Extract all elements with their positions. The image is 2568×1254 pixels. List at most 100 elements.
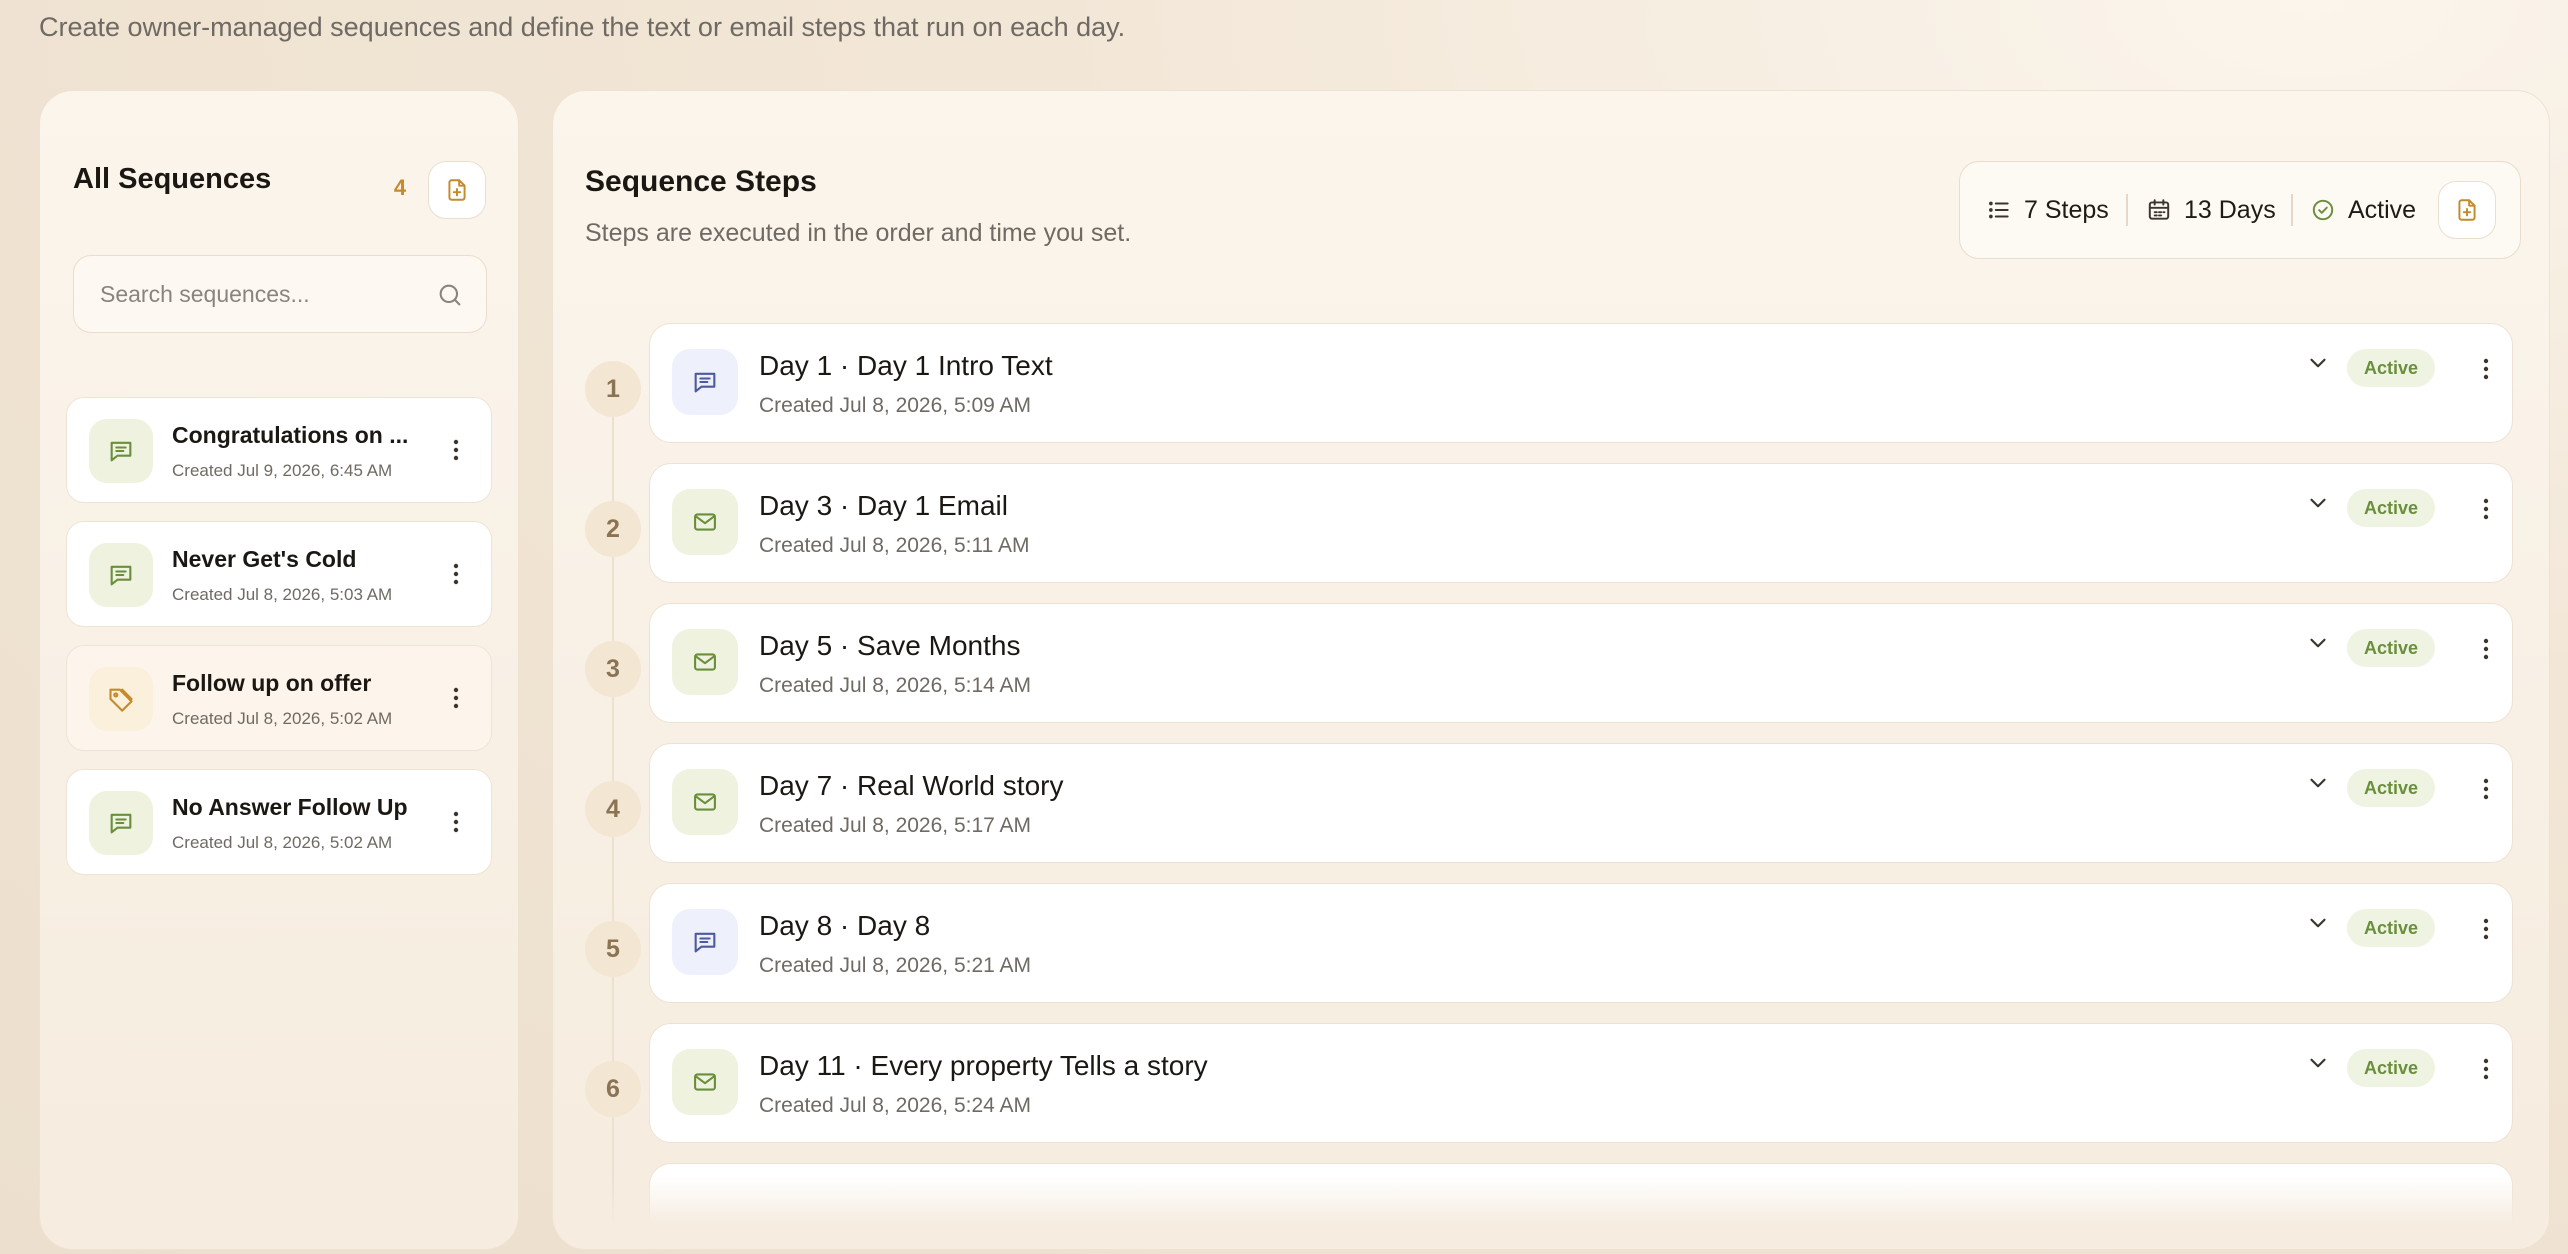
more-vertical-icon [453,687,459,709]
step-date: Created Jul 8, 2026, 5:09 AM [759,394,1032,417]
steps-count: 7 Steps [2024,195,2109,224]
step-number: 1 [585,361,641,417]
chevron-down-icon[interactable] [2305,770,2331,796]
step-row: 5 Day 8 · Day 8 Created Jul 8, 2026, 5:2… [553,883,2549,1003]
list-icon [1989,201,2009,219]
status-badge: Active [2347,349,2435,387]
step-card[interactable]: Day 1 · Day 1 Intro Text Created Jul 8, … [649,323,2513,443]
sequence-icon-wrap [89,419,153,483]
step-icon-wrap [672,489,738,555]
step-menu-button[interactable] [2476,1054,2496,1084]
divider [2126,194,2128,226]
message-icon [110,441,132,462]
sequence-date: Created Jul 8, 2026, 5:03 AM [172,585,393,604]
step-card[interactable]: Day 8 · Day 8 Created Jul 8, 2026, 5:21 … [649,883,2513,1003]
step-row: 4 Day 7 · Real World story Created Jul 8… [553,743,2549,863]
sequence-item[interactable]: No Answer Follow Up Created Jul 8, 2026,… [66,769,492,875]
calendar-icon [2148,199,2170,220]
steps-stat: 7 Steps [1986,162,2109,258]
status-stat: Active [2310,162,2416,258]
days-count: 13 Days [2184,195,2276,224]
step-card[interactable]: Day 11 · Every property Tells a story Cr… [649,1023,2513,1143]
step-title: Day 5 · Save Months [759,630,1021,661]
step-menu-button[interactable] [2476,634,2496,664]
sequence-menu-button[interactable] [446,559,466,589]
days-stat: 13 Days [2146,162,2276,258]
chevron-down-icon[interactable] [2305,910,2331,936]
steps-subtitle: Steps are executed in the order and time… [585,219,1132,247]
step-number: 4 [585,781,641,837]
status-badge: Active [2347,629,2435,667]
step-number: 3 [585,641,641,697]
add-step-button[interactable] [2438,181,2496,239]
mail-icon [694,793,716,811]
more-vertical-icon [2483,1058,2489,1080]
sequence-date: Created Jul 8, 2026, 5:02 AM [172,709,393,728]
step-menu-button[interactable] [2476,354,2496,384]
new-sequence-button[interactable] [428,161,486,219]
step-menu-button[interactable] [2476,914,2496,944]
status-badge: Active [2347,769,2435,807]
step-row: 1 Day 1 · Day 1 Intro Text Created Jul 8… [553,323,2549,443]
step-title: Day 7 · Real World story [759,770,1064,801]
sequences-panel: All Sequences 4 Congratulations on ... C… [39,90,519,1250]
mail-icon [694,653,716,671]
sequence-menu-button[interactable] [446,435,466,465]
step-date: Created Jul 8, 2026, 5:21 AM [759,954,1032,977]
step-menu-button[interactable] [2476,774,2496,804]
sequence-status: Active [2348,195,2417,224]
step-date: Created Jul 8, 2026, 5:17 AM [759,814,1032,837]
sequence-menu-button[interactable] [446,683,466,713]
page-subtitle: Create owner-managed sequences and defin… [39,12,1126,42]
step-card[interactable]: Day 3 · Day 1 Email Created Jul 8, 2026,… [649,463,2513,583]
sequence-icon-wrap [89,791,153,855]
sequence-name: No Answer Follow Up [172,794,408,820]
check-circle-icon [2312,199,2334,221]
step-card[interactable]: Day 5 · Save Months Created Jul 8, 2026,… [649,603,2513,723]
chevron-down-icon[interactable] [2305,630,2331,656]
step-card[interactable]: Day 7 · Real World story Created Jul 8, … [649,743,2513,863]
sequence-item-selected[interactable]: Follow up on offer Created Jul 8, 2026, … [66,645,492,751]
more-vertical-icon [2483,638,2489,660]
message-icon [694,372,716,393]
step-title: Day 1 · Day 1 Intro Text [759,350,1053,381]
step-number: 2 [585,501,641,557]
file-plus-icon [448,179,466,201]
message-icon [110,813,132,834]
message-icon [110,565,132,586]
sequence-menu-button[interactable] [446,807,466,837]
tag-icon [109,688,133,712]
step-icon-wrap [672,629,738,695]
more-vertical-icon [2483,358,2489,380]
status-badge: Active [2347,909,2435,947]
sequences-title: All Sequences [73,163,272,195]
more-vertical-icon [453,439,459,461]
sequence-item[interactable]: Congratulations on ... Created Jul 9, 20… [66,397,492,503]
step-menu-button[interactable] [2476,494,2496,524]
sequence-name: Follow up on offer [172,670,372,696]
more-vertical-icon [2483,498,2489,520]
sequence-name: Never Get's Cold [172,546,357,572]
more-vertical-icon [2483,918,2489,940]
step-number: 6 [585,1061,641,1117]
sequence-icon-wrap [89,543,153,607]
sequences-count: 4 [393,175,407,200]
steps-panel: Sequence Steps Steps are executed in the… [552,90,2550,1250]
search-box [73,255,487,333]
more-vertical-icon [2483,778,2489,800]
divider [2291,194,2293,226]
step-icon-wrap [672,349,738,415]
step-icon-wrap [672,909,738,975]
step-icon-wrap [672,1049,738,1115]
step-row: 2 Day 3 · Day 1 Email Created Jul 8, 202… [553,463,2549,583]
chevron-down-icon[interactable] [2305,350,2331,376]
sequence-stats: 7 Steps 13 Days Active [1959,161,2521,259]
search-icon[interactable] [436,281,464,309]
chevron-down-icon[interactable] [2305,1050,2331,1076]
chevron-down-icon[interactable] [2305,490,2331,516]
mail-icon [694,513,716,531]
step-row: 6 Day 11 · Every property Tells a story … [553,1023,2549,1143]
sequence-item[interactable]: Never Get's Cold Created Jul 8, 2026, 5:… [66,521,492,627]
sequence-date: Created Jul 9, 2026, 6:45 AM [172,461,393,480]
search-input[interactable] [74,256,486,332]
